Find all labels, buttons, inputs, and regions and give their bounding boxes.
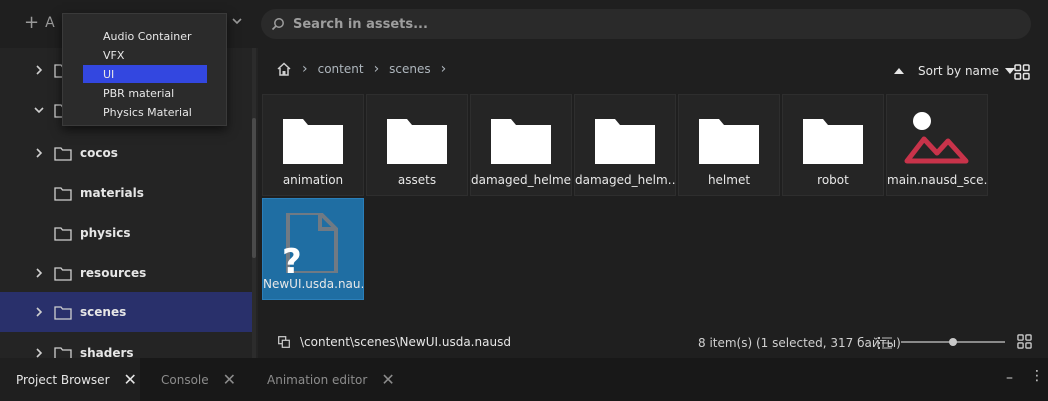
folder-icon: [699, 119, 759, 164]
chevron-right-icon: ›: [440, 61, 447, 77]
folder-icon: [803, 119, 863, 164]
chevron-down-icon[interactable]: [230, 14, 244, 28]
asset-name: robot: [817, 173, 849, 187]
scrollbar-thumb[interactable]: [252, 118, 256, 258]
chevron-right-icon[interactable]: [33, 64, 45, 76]
sort-label[interactable]: Sort by name: [918, 64, 999, 78]
status-bar: \content\scenes\NewUI.usda.nausd 8 item(…: [258, 326, 1048, 358]
tree-item-label: materials: [80, 186, 144, 200]
tree-scrollbar[interactable]: [252, 48, 256, 358]
selected-path: \content\scenes\NewUI.usda.nausd: [300, 335, 511, 349]
search-bar[interactable]: Search in assets...: [261, 9, 1031, 39]
tab-label: Project Browser: [16, 372, 110, 387]
asset-tile-main-scene[interactable]: main.nausd_sce…: [886, 94, 988, 196]
search-icon: [271, 18, 284, 31]
close-icon[interactable]: ✕: [223, 371, 236, 388]
close-icon[interactable]: ✕: [124, 371, 137, 388]
chevron-right-icon: ›: [302, 61, 308, 77]
folder-icon: [54, 147, 72, 161]
asset-name: helmet: [707, 173, 751, 187]
chevron-right-icon[interactable]: [33, 147, 45, 159]
breadcrumb-item-content[interactable]: content: [318, 62, 364, 76]
asset-name: damaged_helm…: [575, 173, 675, 187]
scene-image-icon: [904, 112, 969, 164]
folder-icon: [387, 119, 447, 164]
menu-item-audio-container[interactable]: Audio Container: [83, 27, 207, 45]
asset-name: NewUI.usda.nau…: [263, 277, 363, 291]
asset-name: damaged_helmet: [471, 173, 571, 187]
tab-label: Animation editor: [267, 372, 368, 387]
asset-browser-panel: › content › scenes › Sort by name animat…: [258, 48, 1048, 358]
asset-tile-robot[interactable]: robot: [782, 94, 884, 196]
tree-item-cocos[interactable]: cocos: [0, 133, 252, 173]
plus-icon: +: [24, 12, 40, 33]
tree-item-label: scenes: [80, 305, 127, 319]
folder-icon: [54, 187, 72, 201]
tree-item-materials[interactable]: materials: [0, 173, 252, 213]
tree-item-label: physics: [80, 226, 131, 240]
folder-icon: [54, 306, 72, 320]
menu-item-ui[interactable]: UI: [83, 65, 207, 83]
asset-name: assets: [397, 173, 437, 187]
tab-label: Console: [161, 372, 209, 387]
folder-icon: [283, 119, 343, 164]
unknown-file-icon: ?: [282, 213, 338, 273]
tree-item-resources[interactable]: resources: [0, 253, 252, 293]
asset-tile-damaged-helmet[interactable]: damaged_helmet: [470, 94, 572, 196]
grid-view-icon[interactable]: [1014, 64, 1030, 80]
minimize-icon[interactable]: –: [1006, 370, 1013, 386]
folder-icon: [595, 119, 655, 164]
item-count: 8 item(s) (1 selected, 317 байты): [698, 336, 901, 350]
menu-item-vfx[interactable]: VFX: [83, 46, 207, 64]
breadcrumb: › content › scenes ›: [276, 60, 446, 78]
asset-tile-damaged-helmet-2[interactable]: damaged_helm…: [574, 94, 676, 196]
chevron-right-icon: ›: [373, 61, 380, 77]
chevron-down-icon[interactable]: [33, 104, 45, 116]
asset-tile-animation[interactable]: animation: [262, 94, 364, 196]
folder-icon: [54, 267, 72, 281]
asset-name: animation: [282, 173, 344, 187]
tree-item-scenes[interactable]: scenes: [0, 292, 252, 332]
home-icon[interactable]: [276, 61, 292, 77]
sort-ascending-icon[interactable]: [894, 67, 904, 75]
tab-animation-editor[interactable]: Animation editor ✕: [252, 358, 402, 401]
more-options-icon[interactable]: ⋮: [1030, 368, 1044, 384]
zoom-slider-knob[interactable]: [949, 338, 957, 346]
asset-tile-newui[interactable]: ? NewUI.usda.nau…: [262, 198, 364, 300]
tree-item-label: cocos: [80, 146, 118, 160]
asset-tile-assets[interactable]: assets: [366, 94, 468, 196]
asset-tile-helmet[interactable]: helmet: [678, 94, 780, 196]
grid-view-icon[interactable]: [1017, 334, 1032, 349]
list-view-icon[interactable]: [878, 336, 892, 350]
zoom-slider[interactable]: [901, 338, 1005, 346]
copy-path-icon[interactable]: [278, 336, 290, 348]
bottom-tab-bar: Project Browser ✕ Console ✕ Animation ed…: [0, 358, 1048, 401]
add-button[interactable]: + A: [24, 9, 55, 37]
chevron-right-icon[interactable]: [33, 267, 45, 279]
menu-item-pbr-material[interactable]: PBR material: [83, 84, 207, 102]
search-input[interactable]: Search in assets...: [293, 17, 428, 32]
asset-name: main.nausd_sce…: [887, 173, 987, 187]
menu-item-physics-material[interactable]: Physics Material: [83, 103, 207, 121]
folder-icon: [54, 227, 72, 241]
breadcrumb-item-scenes[interactable]: scenes: [389, 62, 430, 76]
tree-item-label: resources: [80, 266, 147, 280]
sort-control[interactable]: Sort by name: [894, 64, 1015, 78]
tab-project-browser[interactable]: Project Browser ✕: [0, 358, 140, 401]
close-icon[interactable]: ✕: [381, 371, 394, 388]
add-button-label: A: [45, 15, 55, 31]
folder-icon: [491, 119, 551, 164]
tab-console[interactable]: Console ✕: [146, 358, 246, 401]
svg-text:?: ?: [282, 242, 302, 273]
chevron-right-icon[interactable]: [33, 306, 45, 318]
add-dropdown-menu: Audio Container VFX UI PBR material Phys…: [62, 13, 227, 126]
tree-item-physics[interactable]: physics: [0, 213, 252, 253]
